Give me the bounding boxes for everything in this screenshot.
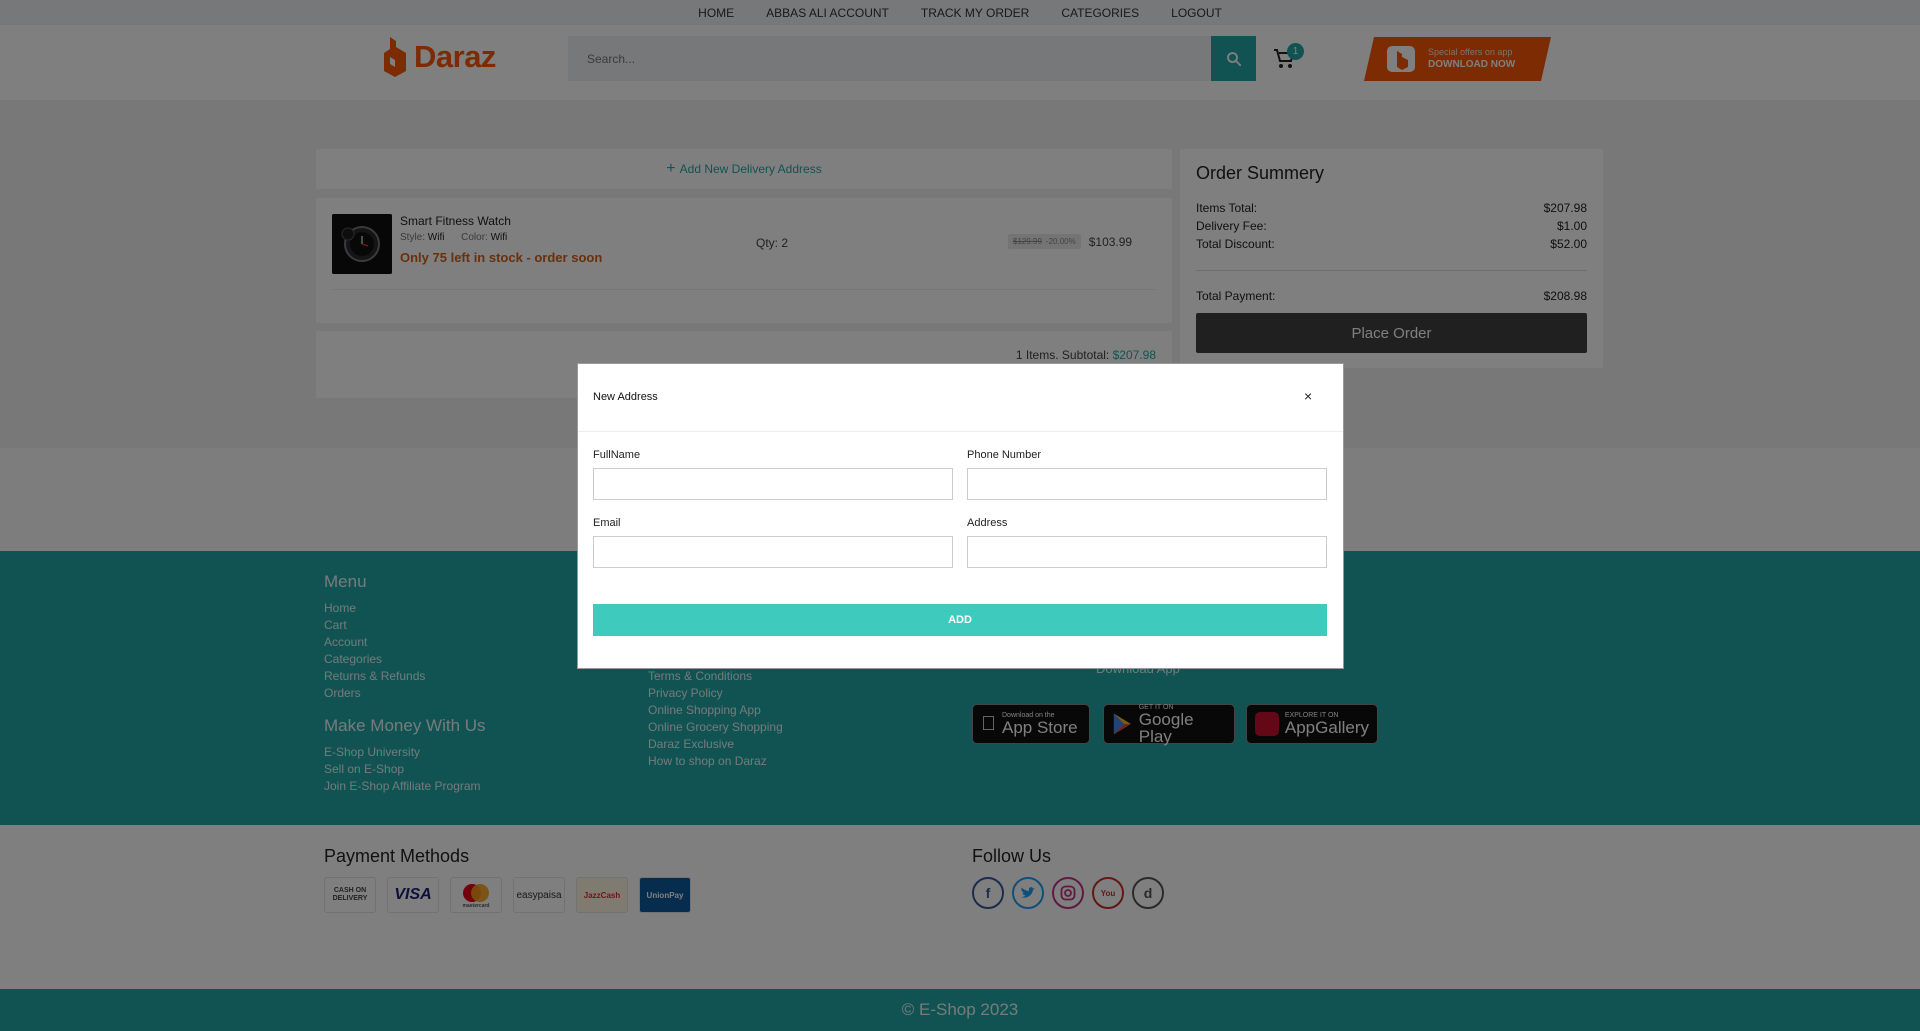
email-input[interactable] <box>593 536 953 568</box>
address-input[interactable] <box>967 536 1327 568</box>
close-icon[interactable]: × <box>1304 388 1312 404</box>
modal-title: New Address <box>593 391 658 403</box>
fullname-input[interactable] <box>593 468 953 500</box>
fullname-label: FullName <box>593 449 641 461</box>
add-button[interactable]: ADD <box>593 604 1327 636</box>
modal-header: New Address × <box>578 364 1343 432</box>
phone-input[interactable] <box>967 468 1327 500</box>
address-label: Address <box>967 517 1008 529</box>
phone-label: Phone Number <box>967 449 1041 461</box>
new-address-modal: New Address × FullName Phone Number Emai… <box>577 363 1344 669</box>
email-label: Email <box>593 517 621 529</box>
